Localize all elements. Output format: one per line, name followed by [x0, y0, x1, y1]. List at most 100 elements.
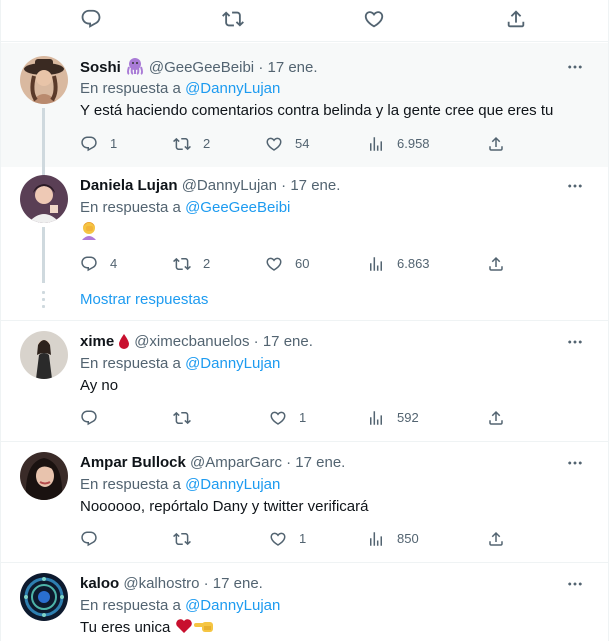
tweet-header: Ampar Bullock @AmparGarc · 17 ene.: [80, 453, 345, 473]
views-button[interactable]: 592: [367, 408, 419, 428]
retweet-button[interactable]: 2: [173, 254, 210, 274]
reply-icon: [80, 135, 98, 153]
reply-icon[interactable]: [80, 8, 102, 30]
reply-context: En respuesta a @DannyLujan: [80, 596, 280, 616]
display-name[interactable]: kaloo: [80, 575, 119, 592]
like-icon: [269, 530, 287, 548]
separator-dot: ·: [281, 177, 287, 194]
handle[interactable]: @kalhostro: [123, 575, 199, 592]
share-icon: [487, 530, 505, 548]
tweet-daniela-lujan[interactable]: Daniela Lujan @DannyLujan · 17 ene. En r…: [1, 167, 609, 321]
views-count: 850: [397, 531, 419, 546]
timestamp[interactable]: 17 ene.: [295, 454, 345, 471]
like-button[interactable]: 1: [269, 408, 306, 428]
display-name[interactable]: Daniela Lujan: [80, 177, 178, 194]
more-options-icon[interactable]: [566, 454, 584, 472]
avatar[interactable]: [20, 56, 68, 104]
show-replies-link[interactable]: Mostrar respuestas: [80, 290, 208, 310]
reply-to-link[interactable]: @DannyLujan: [185, 80, 280, 97]
avatar[interactable]: [20, 175, 68, 223]
reply-to-link[interactable]: @DannyLujan: [185, 476, 280, 493]
tweet-xime[interactable]: xime @ximecbanuelos · 17 ene. En respuest…: [1, 321, 608, 442]
like-icon: [269, 409, 287, 427]
retweet-count: 2: [203, 256, 211, 271]
views-icon: [367, 135, 385, 153]
tweet-soshi[interactable]: Soshi @GeeGeeBeibi · 17 ene. En respuesta…: [1, 43, 608, 178]
handle[interactable]: @DannyLujan: [182, 177, 277, 194]
separator-dot: ·: [258, 59, 264, 76]
tweet-text: Noooooo, repórtalo Dany y twitter verifi…: [80, 498, 369, 515]
share-button[interactable]: [487, 529, 505, 549]
views-count: 6.958: [397, 136, 430, 151]
handle[interactable]: @ximecbanuelos: [134, 333, 249, 350]
share-button[interactable]: [487, 408, 505, 428]
views-button[interactable]: 850: [367, 529, 419, 549]
timestamp[interactable]: 17 ene.: [267, 59, 317, 76]
reply-icon: [80, 530, 98, 548]
retweet-button[interactable]: [173, 408, 203, 428]
reply-button[interactable]: [80, 408, 110, 428]
more-options-icon[interactable]: [566, 333, 584, 351]
handle[interactable]: @GeeGeeBeibi: [149, 59, 254, 76]
reply-count: 1: [110, 136, 118, 151]
pointing-left-hand-icon: [193, 619, 215, 636]
retweet-button[interactable]: [173, 529, 203, 549]
tweet-header: kaloo @kalhostro · 17 ene.: [80, 574, 263, 594]
retweet-icon: [173, 409, 191, 427]
thread-line: [42, 167, 45, 173]
reply-to-link[interactable]: @DannyLujan: [185, 597, 280, 614]
reply-button[interactable]: 4: [80, 254, 117, 274]
handle[interactable]: @AmparGarc: [190, 454, 282, 471]
retweet-count: 2: [203, 136, 211, 151]
share-icon: [487, 255, 505, 273]
timestamp[interactable]: 17 ene.: [213, 575, 263, 592]
display-name[interactable]: xime: [80, 333, 114, 350]
views-button[interactable]: 6.958: [367, 134, 430, 154]
timestamp[interactable]: 17 ene.: [290, 177, 340, 194]
like-icon[interactable]: [363, 8, 385, 30]
retweet-icon: [173, 255, 191, 273]
share-icon: [487, 409, 505, 427]
separator-dot: ·: [253, 333, 259, 350]
thread-line: [42, 227, 45, 283]
reply-context: En respuesta a @DannyLujan: [80, 475, 280, 495]
display-name[interactable]: Soshi: [80, 59, 121, 76]
reply-icon: [80, 409, 98, 427]
reply-button[interactable]: 1: [80, 134, 117, 154]
retweet-icon[interactable]: [222, 8, 244, 30]
like-count: 1: [299, 410, 307, 425]
like-button[interactable]: 54: [265, 134, 309, 154]
views-icon: [367, 409, 385, 427]
like-button[interactable]: 60: [265, 254, 309, 274]
views-button[interactable]: 6.863: [367, 254, 430, 274]
timestamp[interactable]: 17 ene.: [263, 333, 313, 350]
share-button[interactable]: [487, 134, 505, 154]
share-button[interactable]: [487, 254, 505, 274]
retweet-button[interactable]: 2: [173, 134, 210, 154]
avatar[interactable]: [20, 573, 68, 621]
reply-to-link[interactable]: @DannyLujan: [185, 355, 280, 372]
separator-dot: ·: [286, 454, 292, 471]
like-count: 54: [295, 136, 310, 151]
reply-prefix: En respuesta a: [80, 80, 181, 97]
more-options-icon[interactable]: [566, 58, 584, 76]
tweet-kaloo[interactable]: kaloo @kalhostro · 17 ene. En respuesta …: [1, 563, 609, 641]
reply-prefix: En respuesta a: [80, 199, 181, 216]
like-button[interactable]: 1: [269, 529, 306, 549]
drop-of-blood-icon: [118, 333, 130, 355]
tweet-header: Soshi @GeeGeeBeibi · 17 ene.: [80, 57, 318, 81]
avatar[interactable]: [20, 452, 68, 500]
separator-dot: ·: [203, 575, 209, 592]
more-options-icon[interactable]: [566, 575, 584, 593]
tweet-ampar-bullock[interactable]: Ampar Bullock @AmparGarc · 17 ene. En re…: [1, 442, 608, 563]
reply-context: En respuesta a @DannyLujan: [80, 354, 280, 374]
reply-context: En respuesta a @GeeGeeBeibi: [80, 198, 290, 218]
share-icon: [487, 135, 505, 153]
display-name[interactable]: Ampar Bullock: [80, 454, 186, 471]
more-options-icon[interactable]: [566, 177, 584, 195]
avatar[interactable]: [20, 331, 68, 379]
share-icon[interactable]: [505, 8, 527, 30]
reply-button[interactable]: [80, 529, 110, 549]
reply-prefix: En respuesta a: [80, 355, 181, 372]
reply-to-link[interactable]: @GeeGeeBeibi: [185, 199, 290, 216]
